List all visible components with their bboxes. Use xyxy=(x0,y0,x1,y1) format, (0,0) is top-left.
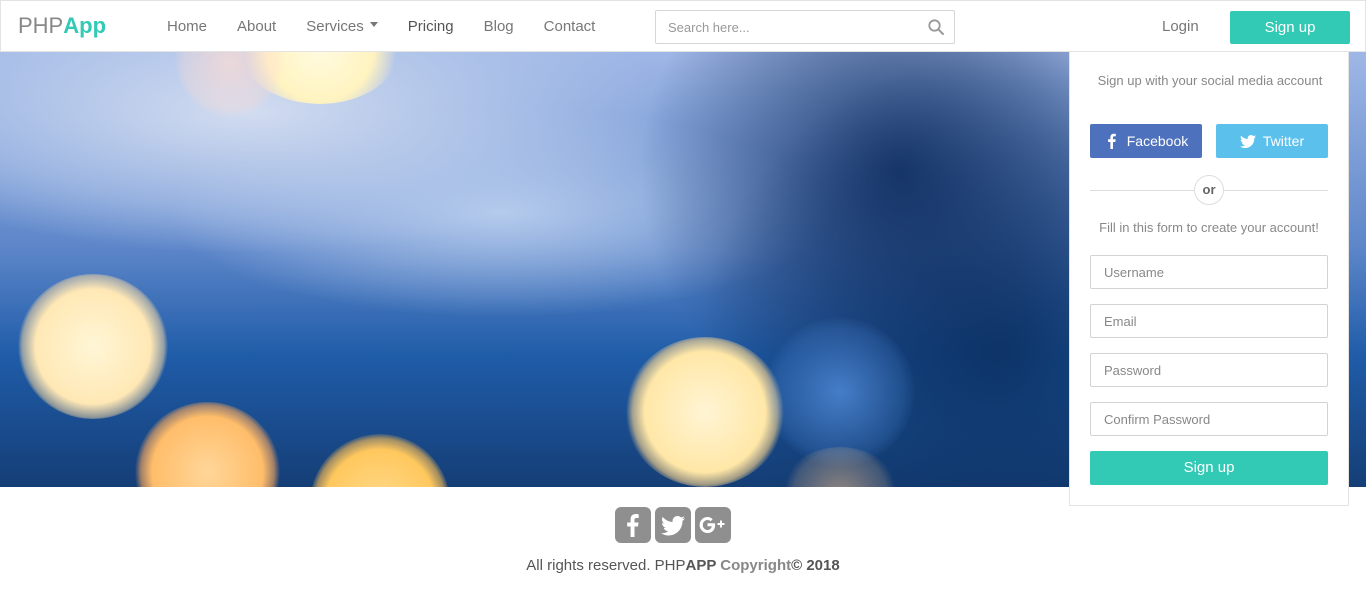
search-input[interactable] xyxy=(656,11,926,43)
search-box xyxy=(655,10,955,44)
nav-blog[interactable]: Blog xyxy=(469,18,529,35)
bokeh-light xyxy=(135,402,280,487)
twitter-icon[interactable] xyxy=(655,507,691,543)
footer-social-links xyxy=(615,507,731,543)
footer-text-copyright: Copyright xyxy=(716,557,792,574)
signup-form-subtitle: Fill in this form to create your account… xyxy=(1099,220,1319,235)
facebook-icon xyxy=(1107,133,1116,149)
nav-pricing[interactable]: Pricing xyxy=(393,18,469,35)
footer-text-year: © 2018 xyxy=(791,557,840,574)
bokeh-light xyxy=(625,337,785,487)
nav-about[interactable]: About xyxy=(222,18,291,35)
footer-text-prefix: All rights reserved. PHP xyxy=(526,557,686,574)
nav-home[interactable]: Home xyxy=(152,18,222,35)
bokeh-light xyxy=(18,274,168,419)
brand-logo[interactable]: PHPApp xyxy=(18,13,106,39)
caret-down-icon xyxy=(369,22,378,28)
facebook-button-label: Facebook xyxy=(1126,133,1189,149)
password-field[interactable] xyxy=(1090,353,1328,387)
twitter-button-label: Twitter xyxy=(1262,133,1305,149)
nav-services[interactable]: Services xyxy=(291,18,393,35)
brand-text-php: PHP xyxy=(18,13,64,38)
nav-contact[interactable]: Contact xyxy=(529,18,611,35)
bokeh-light xyxy=(310,434,450,487)
brand-text-app: App xyxy=(63,13,107,38)
nav-services-label: Services xyxy=(306,17,364,35)
twitter-icon xyxy=(1239,135,1256,148)
header-signup-button[interactable]: Sign up xyxy=(1230,11,1350,44)
footer-copyright: All rights reserved. PHPAPP Copyright© 2… xyxy=(0,557,1366,574)
bokeh-light xyxy=(765,317,915,467)
signup-submit-button[interactable]: Sign up xyxy=(1090,451,1328,485)
google-plus-icon[interactable] xyxy=(695,507,731,543)
bokeh-light xyxy=(175,52,285,117)
signup-panel: Sign up with your social media account F… xyxy=(1069,52,1349,506)
email-field[interactable] xyxy=(1090,304,1328,338)
main-nav: Home About Services Pricing Blog Contact xyxy=(152,1,610,51)
username-field[interactable] xyxy=(1090,255,1328,289)
confirm-password-field[interactable] xyxy=(1090,402,1328,436)
footer-text-brand: APP xyxy=(685,557,717,574)
facebook-icon[interactable] xyxy=(615,507,651,543)
search-icon[interactable] xyxy=(927,18,945,36)
twitter-signup-button[interactable]: Twitter xyxy=(1216,124,1328,158)
navbar: PHPApp Home About Services Pricing Blog … xyxy=(0,0,1366,52)
or-divider: or xyxy=(1194,175,1224,205)
facebook-signup-button[interactable]: Facebook xyxy=(1090,124,1202,158)
signup-panel-title: Sign up with your social media account xyxy=(1097,73,1323,88)
login-link[interactable]: Login xyxy=(1162,18,1199,35)
